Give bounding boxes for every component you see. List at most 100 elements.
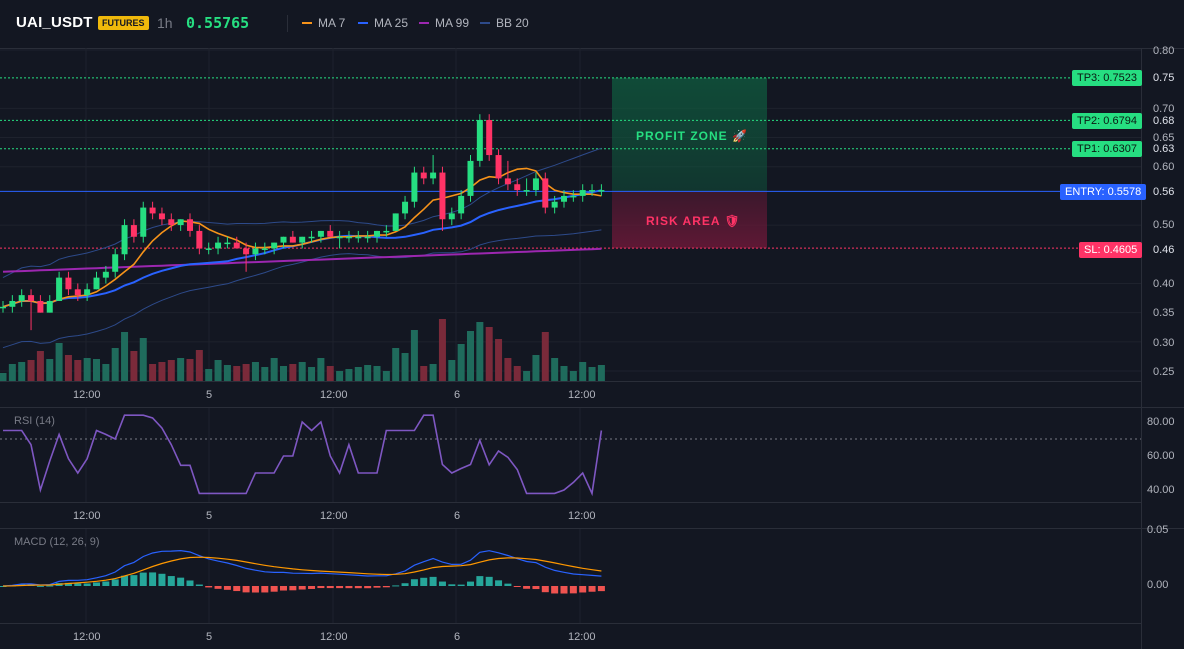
legend-swatch — [419, 22, 429, 24]
macd-histogram-bar — [364, 586, 372, 589]
macd-histogram-bar — [214, 586, 222, 589]
legend-label: MA 25 — [374, 16, 409, 30]
volume-bar — [345, 369, 353, 381]
volume-bar — [523, 371, 531, 381]
candle-body — [271, 242, 278, 249]
candle-body — [598, 190, 605, 192]
macd-histogram-bar — [504, 583, 512, 586]
candle-body — [392, 213, 399, 231]
macd-histogram-bar — [476, 576, 484, 586]
candle-body — [579, 190, 586, 196]
candle-body — [252, 248, 259, 255]
macd-histogram-bar — [420, 577, 428, 586]
candle-body — [121, 225, 128, 255]
macd-histogram-bar — [139, 572, 147, 586]
volume-bar — [27, 360, 35, 381]
volume-bar — [541, 332, 549, 381]
candle-body — [308, 236, 315, 239]
price-axis-label: 0.30 — [1153, 337, 1175, 349]
volume-bar — [46, 359, 54, 381]
candle-body — [37, 300, 44, 313]
header-divider — [287, 15, 288, 32]
legend-bb20[interactable]: BB 20 — [480, 16, 529, 30]
time-tick: 12:00 — [73, 631, 101, 643]
candle-body — [65, 277, 72, 290]
macd-histogram-bar — [261, 586, 269, 593]
candle-body — [205, 248, 212, 250]
price-axis-label: 0.25 — [1153, 366, 1175, 378]
volume-bar — [280, 366, 287, 381]
symbol-title[interactable]: UAI_USDT — [16, 14, 93, 31]
macd-histogram-bar — [149, 572, 157, 586]
volume-bar — [177, 358, 185, 381]
legend-ma7[interactable]: MA 7 — [302, 16, 345, 30]
macd-histogram-bar — [308, 586, 316, 589]
candle-body — [158, 213, 165, 220]
macd-histogram-bar — [569, 586, 577, 594]
volume-bar — [74, 360, 82, 381]
macd-axis-label: 0.05 — [1147, 524, 1169, 536]
volume-bar — [214, 360, 222, 381]
macd-histogram-bar — [177, 577, 185, 586]
entry-axis: 0.56 — [1153, 186, 1175, 198]
macd-histogram-bar — [541, 586, 549, 593]
price-axis-label: 0.70 — [1153, 103, 1175, 115]
volume-bar — [64, 355, 72, 381]
legend-swatch — [480, 22, 490, 24]
volume-bar — [504, 358, 512, 381]
candle-body — [411, 172, 418, 202]
macd-histogram-bar — [532, 586, 540, 590]
candle-body — [177, 219, 184, 226]
macd-histogram-bar — [74, 583, 82, 586]
candle-body — [149, 207, 156, 214]
macd-histogram-bar — [158, 573, 166, 586]
candle-body — [0, 306, 6, 309]
time-tick: 12:00 — [73, 510, 101, 522]
macd-histogram-bar — [382, 586, 390, 588]
volume-bar — [588, 367, 596, 381]
macd-histogram-bar — [83, 583, 91, 586]
macd-histogram-bar — [242, 586, 250, 593]
volume-bar — [298, 362, 306, 381]
candle-body — [196, 230, 203, 249]
macd-line — [2, 549, 602, 587]
legend-ma25[interactable]: MA 25 — [358, 16, 408, 30]
volume-bar — [551, 358, 559, 381]
candle-body — [551, 201, 558, 208]
macd-histogram-bar — [93, 582, 100, 586]
candle-body — [56, 277, 63, 301]
legend-ma99[interactable]: MA 99 — [419, 16, 469, 30]
candle-body — [46, 300, 53, 313]
macd-histogram-bar — [495, 580, 503, 586]
volume-bar — [410, 330, 418, 381]
macd-histogram-bar — [317, 586, 325, 589]
candle-body — [430, 172, 437, 179]
macd-histogram-bar — [588, 586, 596, 592]
tp1-label: TP1: 0.6307 — [1072, 141, 1142, 157]
volume-bar — [205, 369, 213, 381]
candle-body — [112, 254, 119, 272]
volume-bar — [597, 365, 605, 381]
macd-histogram-bar — [448, 584, 456, 586]
macd-histogram-bar — [251, 586, 259, 593]
rsi-axis-label: 80.00 — [1147, 416, 1175, 428]
volume-bar — [261, 367, 269, 381]
macd-histogram-bar — [579, 586, 587, 593]
chart-canvas[interactable] — [0, 0, 1184, 649]
macd-histogram-bar — [513, 586, 521, 587]
volume-bar — [382, 371, 390, 381]
volume-bar — [401, 353, 409, 381]
candle-body — [130, 225, 137, 237]
candle-body — [327, 230, 334, 237]
candle-body — [317, 230, 324, 237]
candle-body — [561, 195, 567, 202]
ma99-line — [2, 247, 602, 273]
volume-bar — [420, 366, 428, 381]
candle-body — [364, 236, 371, 239]
candle-body — [355, 236, 362, 239]
macd-histogram-bar — [130, 575, 138, 586]
volume-bar — [251, 362, 259, 381]
macd-histogram-bar — [223, 586, 231, 590]
timeframe-label[interactable]: 1h — [157, 15, 173, 31]
candle-body — [299, 236, 306, 243]
